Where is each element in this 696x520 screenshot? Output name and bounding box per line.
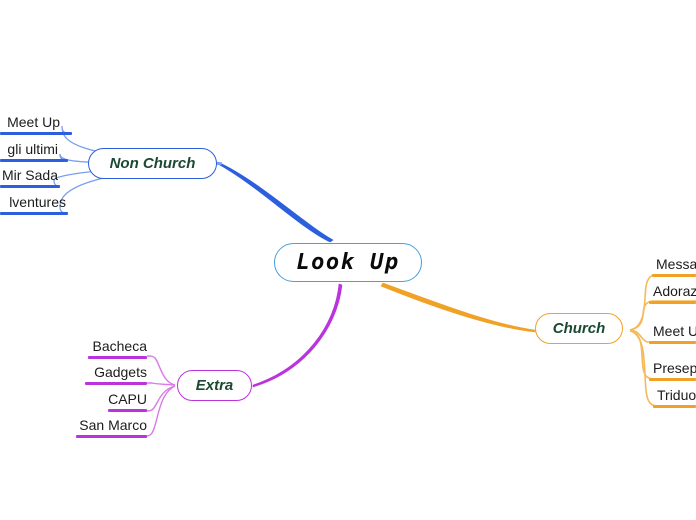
branch-node-non-church[interactable]: Non Church: [88, 148, 217, 179]
leaf-underline-extra-3: [108, 409, 147, 412]
branch-node-extra[interactable]: Extra: [177, 370, 252, 401]
mindmap-canvas: Look Up Non Church Meet Up gli ultimi Mi…: [0, 0, 696, 520]
leaf-underline-church-2: [649, 301, 696, 304]
branch-node-church-label: Church: [552, 320, 606, 337]
leaf-church-meet-up[interactable]: Meet U: [653, 323, 696, 339]
leaf-underline-non-church-1: [0, 132, 72, 135]
leaf-non-church-mir-sada[interactable]: Mir Sada: [0, 167, 58, 183]
leaf-non-church-lventures[interactable]: lventures: [0, 194, 66, 210]
connector-extra-leaf-3: [146, 385, 176, 412]
leaf-underline-church-5: [653, 405, 696, 408]
connector-extra-leaf-2: [147, 382, 176, 386]
connector-root-to-church: [380, 282, 536, 333]
leaf-extra-bacheca[interactable]: Bacheca: [67, 338, 147, 354]
leaf-non-church-gli-ultimi[interactable]: gli ultimi: [0, 141, 58, 157]
leaf-underline-church-4: [649, 378, 696, 381]
leaf-non-church-meet-up[interactable]: Meet Up: [0, 114, 60, 130]
leaf-underline-non-church-4: [0, 212, 68, 215]
branch-node-extra-label: Extra: [195, 377, 234, 394]
leaf-extra-gadgets[interactable]: Gadgets: [67, 364, 147, 380]
connector-extra-leaf-1: [147, 355, 176, 386]
connector-root-to-non-church: [217, 161, 334, 243]
leaf-underline-extra-1: [88, 356, 147, 359]
root-node-label: Look Up: [296, 250, 400, 275]
branch-node-church[interactable]: Church: [535, 313, 623, 344]
leaf-church-messa[interactable]: Messa: [656, 256, 696, 272]
leaf-church-adorazione[interactable]: Adoraz: [653, 283, 696, 299]
connector-extra-leaf-4: [145, 385, 176, 437]
leaf-church-presepe[interactable]: Presep: [653, 360, 696, 376]
leaf-underline-non-church-3: [0, 185, 60, 188]
root-node[interactable]: Look Up: [274, 243, 422, 282]
leaf-underline-church-1: [652, 274, 696, 277]
leaf-church-triduo[interactable]: Triduo: [657, 387, 696, 403]
branch-node-non-church-label: Non Church: [109, 155, 196, 172]
connector-root-to-extra: [252, 283, 343, 388]
leaf-underline-non-church-2: [0, 159, 68, 162]
leaf-extra-capu[interactable]: CAPU: [67, 391, 147, 407]
leaf-extra-san-marco[interactable]: San Marco: [60, 417, 147, 433]
leaf-underline-extra-2: [85, 382, 147, 385]
leaf-underline-extra-4: [76, 435, 147, 438]
leaf-underline-church-3: [649, 341, 696, 344]
